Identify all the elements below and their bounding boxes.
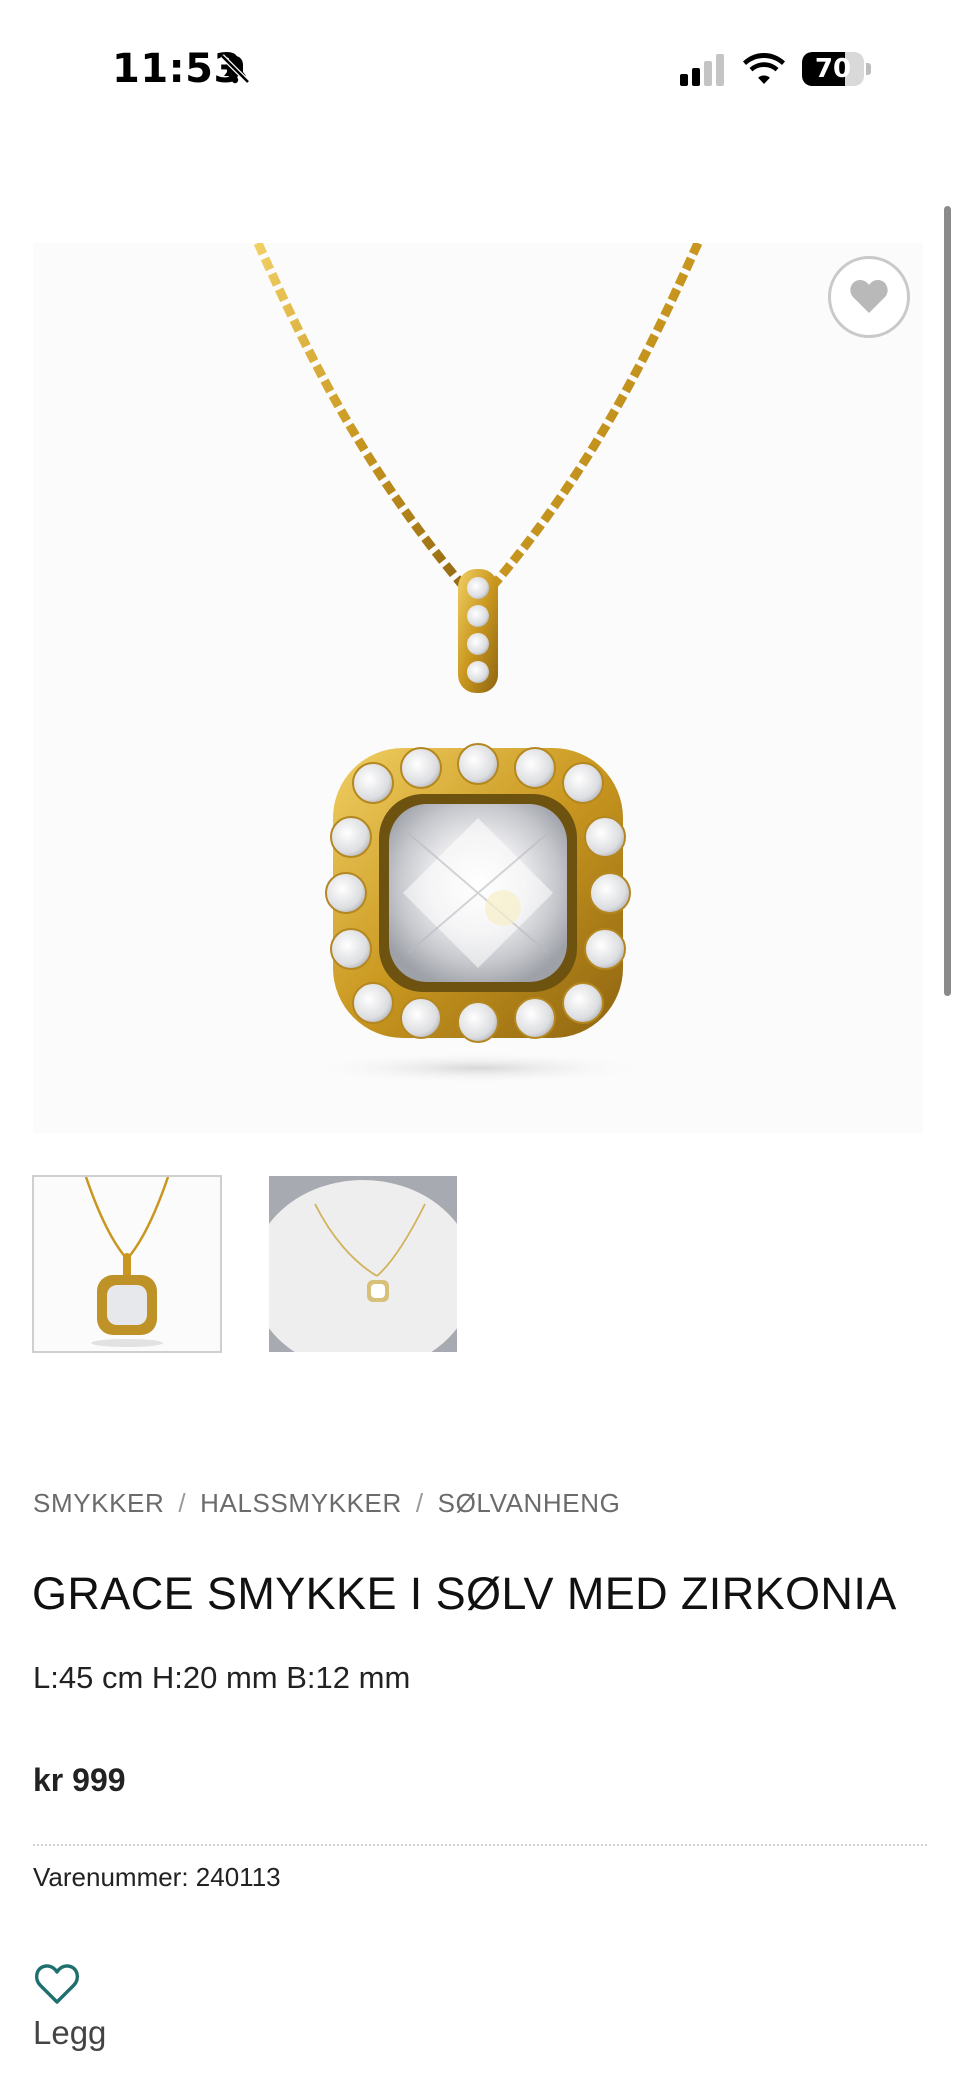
product-title: GRACE SMYKKE I SØLV MED ZIRKONIA [32,1568,897,1619]
thumbnail-pendant[interactable] [32,1175,222,1353]
add-to-wishlist-label: Legg [33,2014,107,2051]
breadcrumb-separator: / [415,1488,424,1518]
breadcrumb-separator: / [178,1488,187,1518]
breadcrumb-item-solvanheng[interactable]: SØLVANHENG [438,1488,621,1518]
product-main-image[interactable] [33,243,923,1133]
product-dimensions: L:45 cm H:20 mm B:12 mm [33,1660,411,1695]
add-to-wishlist-button[interactable]: Legg [33,1962,233,2052]
breadcrumb-item-smykker[interactable]: SMYKKER [33,1488,164,1518]
wifi-icon [743,53,785,84]
bell-slash-icon [220,54,250,84]
divider [33,1844,927,1846]
product-price: kr 999 [33,1762,126,1798]
scrollbar[interactable] [944,206,951,996]
battery-percent: 70 [814,54,852,84]
breadcrumb: SMYKKER / HALSSMYKKER / SØLVANHENG [33,1488,620,1519]
thumbnail-pendant-display[interactable] [269,1176,457,1352]
status-bar: 11:53 70 [0,0,960,120]
breadcrumb-item-halssmykker[interactable]: HALSSMYKKER [200,1488,402,1518]
product-sku: Varenummer: 240113 [33,1862,281,1892]
wishlist-toggle-button[interactable] [828,256,910,338]
heart-icon [850,280,888,313]
cellular-signal-icon [680,54,724,86]
heart-outline-icon [34,1964,80,2004]
battery-icon: 70 [802,52,874,86]
